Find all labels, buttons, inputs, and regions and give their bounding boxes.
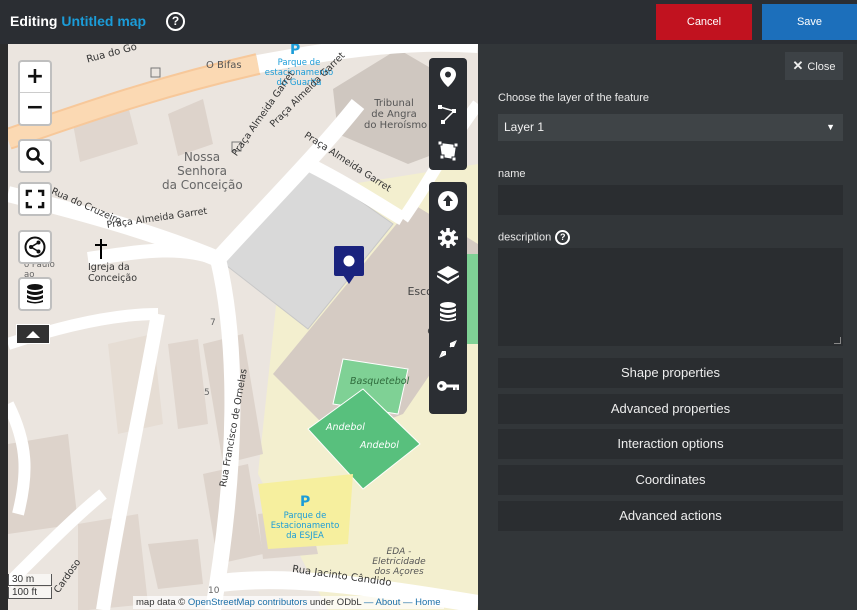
poi-label-line: Tribunal <box>374 98 414 109</box>
advanced-properties-section[interactable]: Advanced properties <box>498 394 843 424</box>
parking-icon: P <box>300 494 311 510</box>
home-link[interactable]: — Home <box>400 597 441 608</box>
save-button[interactable]: Save <box>762 4 857 40</box>
scale-imperial: 100 ft <box>8 587 52 599</box>
polyline-icon <box>438 104 456 124</box>
fullscreen-button[interactable] <box>18 182 52 216</box>
house-number: 5 <box>204 388 210 398</box>
house-number: 10 <box>208 586 220 596</box>
attribution-text: map data © <box>136 597 188 608</box>
gear-icon <box>438 227 458 248</box>
resize-handle-icon[interactable] <box>834 337 841 344</box>
layers-icon <box>437 265 459 284</box>
poi-label-line: Parque de <box>283 511 327 521</box>
search-icon <box>26 147 44 165</box>
fullscreen-icon <box>25 189 45 209</box>
poi-label-line: Conceição <box>88 273 138 284</box>
poi-label-line: Senhora <box>177 164 227 178</box>
draw-polygon-button[interactable] <box>429 132 467 169</box>
draw-marker-button[interactable] <box>429 58 467 95</box>
advanced-actions-section[interactable]: Advanced actions <box>498 501 843 531</box>
map-name[interactable]: Untitled map <box>61 13 146 29</box>
help-icon[interactable]: ? <box>555 230 571 245</box>
poi-label: O Bifas <box>206 60 242 71</box>
draw-toolbar <box>429 58 467 170</box>
import-button[interactable] <box>429 182 467 219</box>
zoom-in-button[interactable]: + <box>20 62 50 93</box>
zoom-out-button[interactable]: − <box>20 93 50 124</box>
manage-datalayers-button[interactable] <box>429 293 467 330</box>
help-button[interactable]: ? <box>166 12 185 31</box>
description-label-row: description? <box>498 230 571 245</box>
poi-label-line: Estacionamento <box>270 521 340 531</box>
shape-properties-section[interactable]: Shape properties <box>498 358 843 388</box>
about-link[interactable]: — About <box>361 597 400 608</box>
chevron-down-icon: ▼ <box>826 122 835 132</box>
poi-label: Igreja da Conceição <box>88 262 137 284</box>
database-icon <box>440 301 456 321</box>
scale-bar: 30 m 100 ft <box>8 574 52 600</box>
description-textarea[interactable] <box>498 248 843 346</box>
name-input[interactable] <box>498 185 843 215</box>
tilelayers-button[interactable] <box>429 256 467 293</box>
center-zoom-button[interactable] <box>429 330 467 367</box>
close-icon: ✕ <box>792 58 804 73</box>
attribution-license: under ODbL <box>307 597 362 608</box>
share-button[interactable] <box>18 230 52 264</box>
more-controls-button[interactable] <box>16 324 50 344</box>
close-label: Close <box>807 61 836 73</box>
house-number: 7 <box>210 318 216 328</box>
poi-label: EDA - Eletricidade dos Açores <box>368 547 430 577</box>
app-root: Editing Untitled map ? Cancel Save Rua d… <box>0 0 857 610</box>
layer-select-value: Layer 1 <box>504 120 545 134</box>
upload-icon <box>438 190 458 211</box>
marker-icon <box>440 66 456 87</box>
poi-label: Parque de Estacionamento da ESJEA <box>270 511 340 541</box>
scale-metric: 30 m <box>8 574 52 586</box>
share-icon <box>24 236 46 258</box>
poi-label-line: Igreja da <box>88 262 130 273</box>
top-bar: Editing Untitled map ? Cancel Save <box>0 0 857 44</box>
poi-label: Nossa Senhora da Conceição <box>162 150 243 192</box>
poi-label: Tribunal de Angra do Heroísmo <box>364 98 428 131</box>
key-icon <box>437 380 459 391</box>
feature-edit-panel: ✕ Close Choose the layer of the feature L… <box>478 44 857 610</box>
description-label: description <box>498 231 552 244</box>
close-panel-button[interactable]: ✕ Close <box>785 52 843 80</box>
map-attribution: map data © OpenStreetMap contributors un… <box>133 596 444 609</box>
editing-label: Editing <box>10 13 58 29</box>
layer-prompt-label: Choose the layer of the feature <box>498 92 650 104</box>
database-icon <box>27 284 43 304</box>
polygon-icon <box>437 140 459 161</box>
osm-link[interactable]: OpenStreetMap contributors <box>188 597 307 608</box>
cancel-button[interactable]: Cancel <box>656 4 752 40</box>
caret-up-icon <box>26 331 40 338</box>
permissions-button[interactable] <box>429 367 467 404</box>
map-marker[interactable] <box>333 245 365 285</box>
zoom-control: + − <box>18 60 52 126</box>
poi-label-line: Eletricidade <box>372 557 426 567</box>
poi-label-line: do Heroísmo <box>364 120 428 131</box>
page-title: Editing Untitled map <box>10 13 146 29</box>
map-properties-button[interactable] <box>429 219 467 256</box>
name-label: name <box>498 168 526 180</box>
poi-label: Basquetebol <box>350 376 410 387</box>
map-settings-toolbar <box>429 182 467 414</box>
interaction-options-section[interactable]: Interaction options <box>498 429 843 459</box>
layer-select[interactable]: Layer 1 ▼ <box>498 114 843 141</box>
parking-icon: P <box>290 44 301 58</box>
coordinates-section[interactable]: Coordinates <box>498 465 843 495</box>
poi-label-line: da Conceição <box>162 178 243 192</box>
poi-label-line: de Angra <box>371 109 417 120</box>
poi-label: Andebol <box>326 422 365 433</box>
data-layers-button[interactable] <box>18 277 52 311</box>
poi-label-line: da ESJEA <box>286 531 324 541</box>
draw-line-button[interactable] <box>429 95 467 132</box>
marker-pin-icon <box>334 246 364 284</box>
compress-icon <box>439 339 457 358</box>
map-canvas[interactable]: Rua do Go O Bifas P Parque de estacionam… <box>8 44 478 610</box>
search-button[interactable] <box>18 139 52 173</box>
poi-label: Andebol <box>360 440 399 451</box>
poi-label-line: EDA - <box>386 547 412 557</box>
